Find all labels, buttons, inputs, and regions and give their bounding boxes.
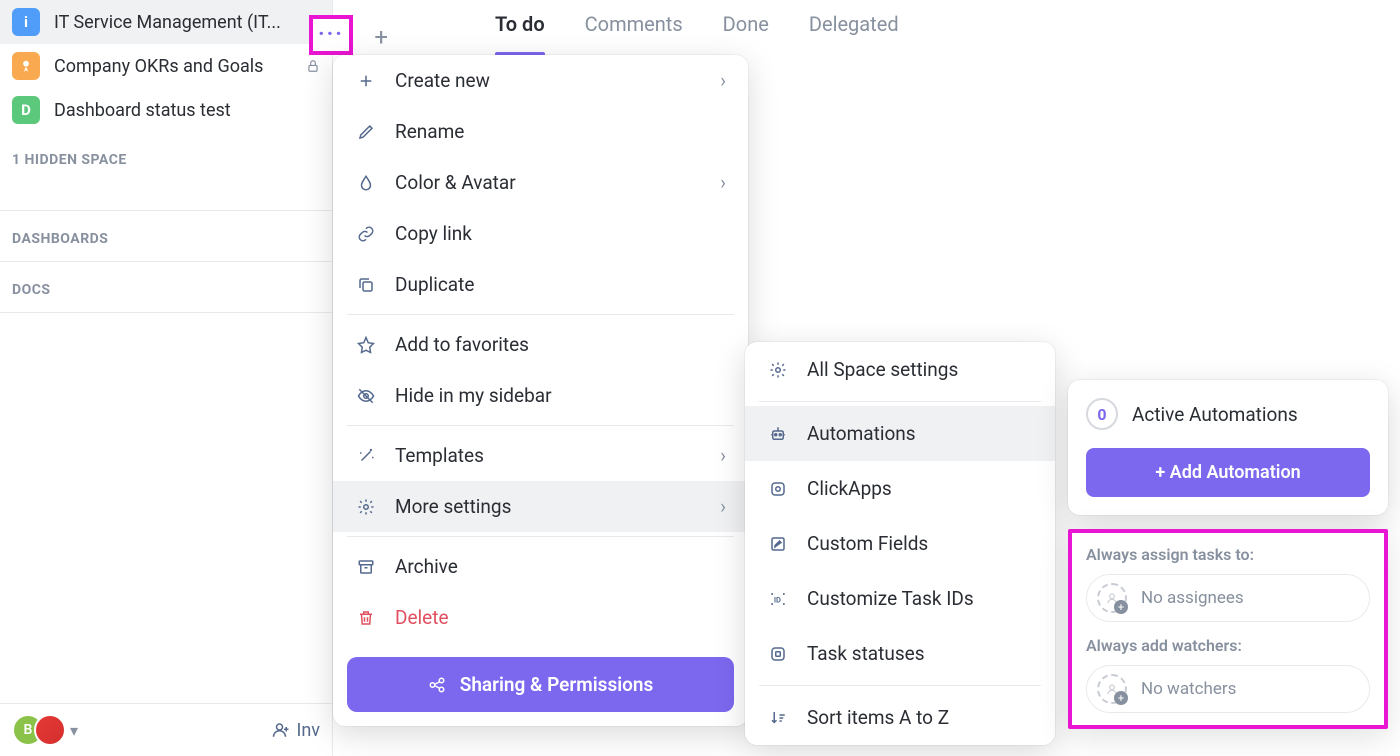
status-icon: [767, 643, 789, 665]
drop-icon: [355, 172, 377, 194]
divider: [347, 314, 734, 315]
dashboards-header[interactable]: DASHBOARDS: [0, 211, 332, 262]
menu-more-settings[interactable]: More settings ›: [333, 481, 748, 532]
space-icon: i: [12, 8, 40, 36]
tab-delegated[interactable]: Delegated: [809, 8, 899, 54]
plus-icon: [355, 70, 377, 92]
svg-text:ID: ID: [774, 595, 781, 604]
robot-icon: [767, 423, 789, 445]
user-plus-icon: [1097, 674, 1127, 704]
chevron-right-icon: ›: [720, 69, 726, 92]
space-label: IT Service Management (IT...: [54, 12, 320, 33]
user-plus-icon: [1097, 583, 1127, 613]
automations-header: 0 Active Automations: [1086, 398, 1370, 430]
space-item-okrs[interactable]: Company OKRs and Goals: [0, 44, 332, 88]
space-icon: [12, 52, 40, 80]
add-automation-button[interactable]: + Add Automation: [1086, 448, 1370, 497]
avatar: [34, 714, 66, 746]
lock-icon: [306, 59, 320, 73]
submenu-all-settings[interactable]: All Space settings: [745, 342, 1055, 397]
tabs: To do Comments Done Delegated: [495, 0, 899, 54]
submenu-custom-fields[interactable]: Custom Fields: [745, 516, 1055, 571]
sidebar: i IT Service Management (IT... ··· + Com…: [0, 0, 333, 756]
clickapps-icon: [767, 478, 789, 500]
link-icon: [355, 223, 377, 245]
menu-create-new[interactable]: Create new ›: [333, 55, 748, 106]
sharing-permissions-button[interactable]: Sharing & Permissions: [347, 657, 734, 712]
submenu-automations[interactable]: Automations: [745, 406, 1055, 461]
space-icon: D: [12, 96, 40, 124]
invite-button[interactable]: Inv: [272, 720, 320, 741]
submenu-task-statuses[interactable]: Task statuses: [745, 626, 1055, 681]
sort-icon: [767, 707, 789, 729]
pencil-icon: [355, 121, 377, 143]
chevron-right-icon: ›: [720, 171, 726, 194]
hidden-spaces-header[interactable]: 1 HIDDEN SPACE: [0, 132, 332, 168]
divider: [759, 685, 1041, 686]
menu-duplicate[interactable]: Duplicate: [333, 259, 748, 310]
menu-rename[interactable]: Rename: [333, 106, 748, 157]
divider: [759, 401, 1041, 402]
gear-icon: [767, 359, 789, 381]
share-icon: [428, 676, 446, 694]
docs-header[interactable]: DOCS: [0, 262, 332, 313]
tab-comments[interactable]: Comments: [585, 8, 683, 54]
divider: [347, 425, 734, 426]
id-icon: ID: [767, 588, 789, 610]
caret-down-icon[interactable]: ▾: [70, 721, 78, 740]
automation-defaults-section: Always assign tasks to: No assignees Alw…: [1068, 529, 1388, 729]
eye-off-icon: [355, 385, 377, 407]
more-options-button[interactable]: ···: [309, 15, 353, 55]
trash-icon: [355, 607, 377, 629]
wand-icon: [355, 445, 377, 467]
sidebar-footer: B ▾ Inv: [0, 703, 332, 756]
space-label: Company OKRs and Goals: [54, 56, 292, 77]
menu-hide-sidebar[interactable]: Hide in my sidebar: [333, 370, 748, 421]
submenu-customize-ids[interactable]: ID Customize Task IDs: [745, 571, 1055, 626]
automations-panel: 0 Active Automations + Add Automation Al…: [1068, 380, 1388, 729]
gear-icon: [355, 496, 377, 518]
tab-todo[interactable]: To do: [495, 8, 545, 54]
watch-label: Always add watchers:: [1086, 636, 1370, 655]
add-button[interactable]: +: [374, 23, 388, 51]
duplicate-icon: [355, 274, 377, 296]
menu-color-avatar[interactable]: Color & Avatar ›: [333, 157, 748, 208]
star-icon: [355, 334, 377, 356]
avatar-stack[interactable]: B: [12, 714, 66, 746]
submenu-clickapps[interactable]: ClickApps: [745, 461, 1055, 516]
submenu-sort[interactable]: Sort items A to Z: [745, 690, 1055, 745]
more-settings-submenu: All Space settings Automations ClickApps…: [745, 342, 1055, 745]
watch-pill[interactable]: No watchers: [1086, 665, 1370, 713]
menu-archive[interactable]: Archive: [333, 541, 748, 592]
archive-icon: [355, 556, 377, 578]
divider: [347, 536, 734, 537]
edit-square-icon: [767, 533, 789, 555]
automation-count-badge: 0: [1086, 398, 1118, 430]
space-context-menu: Create new › Rename Color & Avatar › Cop…: [333, 55, 748, 726]
menu-add-favorites[interactable]: Add to favorites: [333, 319, 748, 370]
space-item-it[interactable]: i IT Service Management (IT...: [0, 0, 332, 44]
chevron-right-icon: ›: [720, 444, 726, 467]
menu-copy-link[interactable]: Copy link: [333, 208, 748, 259]
tab-done[interactable]: Done: [723, 8, 769, 54]
menu-templates[interactable]: Templates ›: [333, 430, 748, 481]
assign-label: Always assign tasks to:: [1086, 545, 1370, 564]
space-item-dashboard[interactable]: D Dashboard status test: [0, 88, 332, 132]
menu-delete[interactable]: Delete: [333, 592, 748, 643]
space-label: Dashboard status test: [54, 100, 320, 121]
assign-pill[interactable]: No assignees: [1086, 574, 1370, 622]
chevron-right-icon: ›: [720, 495, 726, 518]
